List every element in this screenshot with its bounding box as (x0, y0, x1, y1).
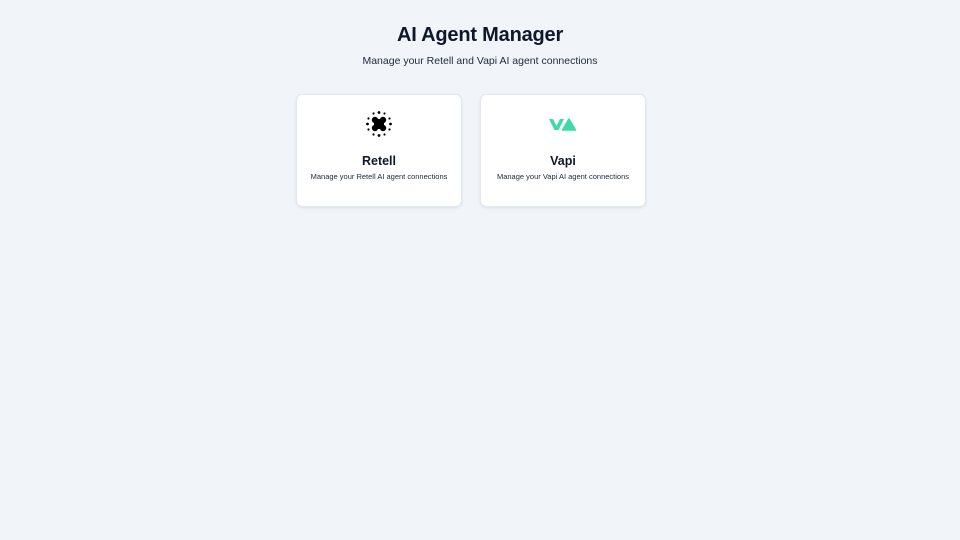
page-subtitle: Manage your Retell and Vapi AI agent con… (362, 55, 598, 67)
vapi-card-description: Manage your Vapi AI agent connections (496, 172, 630, 181)
retell-logo-icon (297, 110, 461, 138)
retell-card[interactable]: Retell Manage your Retell AI agent conne… (296, 94, 462, 207)
retell-card-title: Retell (361, 154, 397, 168)
vapi-logo-icon (481, 110, 645, 138)
vapi-card[interactable]: Vapi Manage your Vapi AI agent connectio… (480, 94, 646, 207)
page: AI Agent Manager Manage your Retell and … (0, 0, 960, 540)
vapi-card-title: Vapi (550, 154, 576, 168)
page-title: AI Agent Manager (396, 24, 564, 46)
retell-card-description: Manage your Retell AI agent connections (310, 172, 448, 181)
